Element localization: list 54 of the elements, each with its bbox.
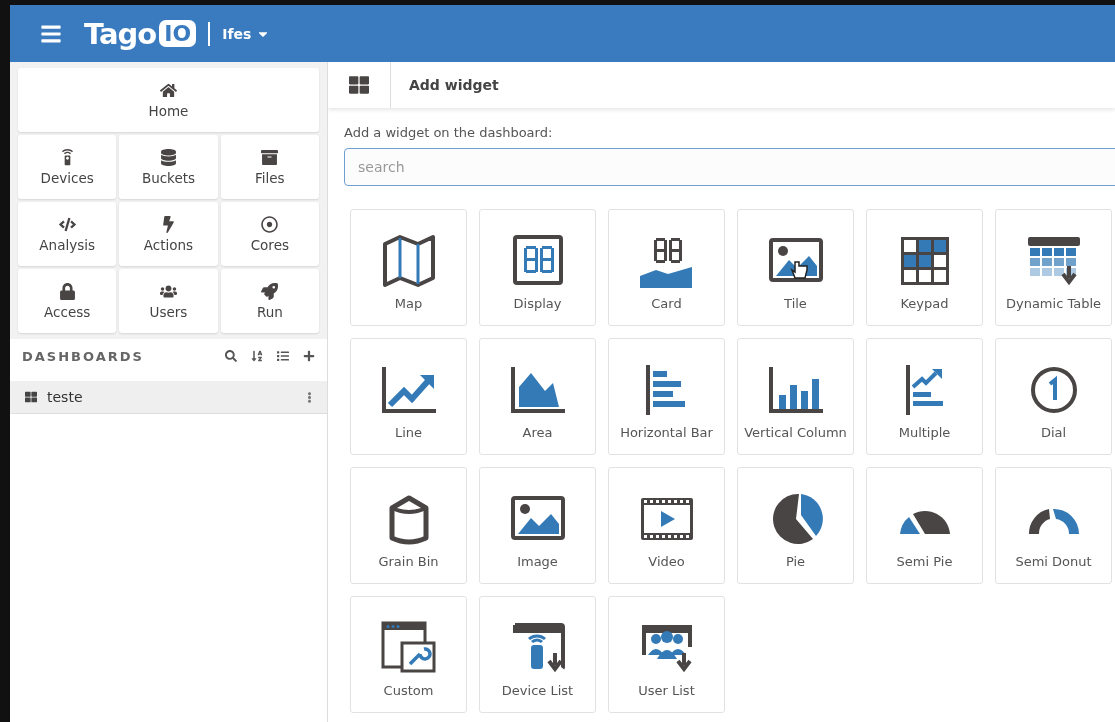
target-icon [261,215,279,233]
bolt-icon [160,215,177,233]
nav-button[interactable]: Actions [119,202,218,266]
widget-tile[interactable]: Dial [995,338,1112,455]
widget-tile[interactable]: Vertical Column [737,338,854,455]
nav-button[interactable]: Buckets [119,135,218,199]
dashboard-name: teste [47,389,84,405]
nav-button[interactable]: Cores [220,202,319,266]
list-icon[interactable] [277,350,289,362]
add-icon[interactable] [303,350,315,362]
prompt-text: Add a widget on the dashboard: [344,125,554,140]
widget-tile[interactable]: Display [479,209,596,326]
nav-button[interactable]: Run [220,269,319,333]
widget-tile[interactable]: Horizontal Bar [608,338,725,455]
widget-tile[interactable]: User List [608,596,725,713]
widget-tile[interactable]: Semi Pie [866,467,983,584]
logo-text: Tago [84,16,157,51]
lock-icon [58,282,76,300]
widget-tile[interactable]: Device List [479,596,596,713]
widget-tile[interactable]: Image [479,467,596,584]
widget-tile[interactable]: Video [608,467,725,584]
section-title: DASHBOARDS [22,348,145,364]
widget-tile[interactable]: Area [479,338,596,455]
nav-button[interactable]: Access [18,269,117,333]
logo-badge: IO [159,20,197,47]
database-icon [160,148,177,166]
widget-tile[interactable]: Custom [350,596,467,713]
widget-tile[interactable]: Grain Bin [350,467,467,584]
widget-tile[interactable]: Multiple [866,338,983,455]
widget-tile[interactable]: Dynamic Table [995,209,1112,326]
widget-tile[interactable]: Tile [737,209,854,326]
home-icon [160,81,177,99]
nav-button[interactable]: Home [18,68,319,132]
widget-tile[interactable]: Semi Donut [995,467,1112,584]
page-title: Add widget [409,77,499,93]
dashboard-item[interactable]: teste [10,381,327,414]
widget-tile[interactable]: Map [350,209,467,326]
nav-button[interactable]: Analysis [18,202,117,266]
widget-tile[interactable]: Card [608,209,725,326]
nav-button[interactable]: Files [220,135,319,199]
code-icon [58,215,76,233]
grid-icon [25,391,37,403]
rocket-icon [261,282,279,300]
nav-button[interactable]: Users [119,269,218,333]
search-icon[interactable] [225,350,237,362]
widget-tile[interactable]: Keypad [866,209,983,326]
grid-icon [349,75,369,95]
sort-icon[interactable] [251,350,263,362]
widget-tile[interactable]: Pie [737,467,854,584]
archive-icon [261,148,279,166]
account-dropdown[interactable]: Ifes [222,25,271,42]
search-field[interactable]: search [344,148,1115,186]
widget-tile[interactable]: Line [350,338,467,455]
nav-button[interactable]: Devices [18,135,117,199]
